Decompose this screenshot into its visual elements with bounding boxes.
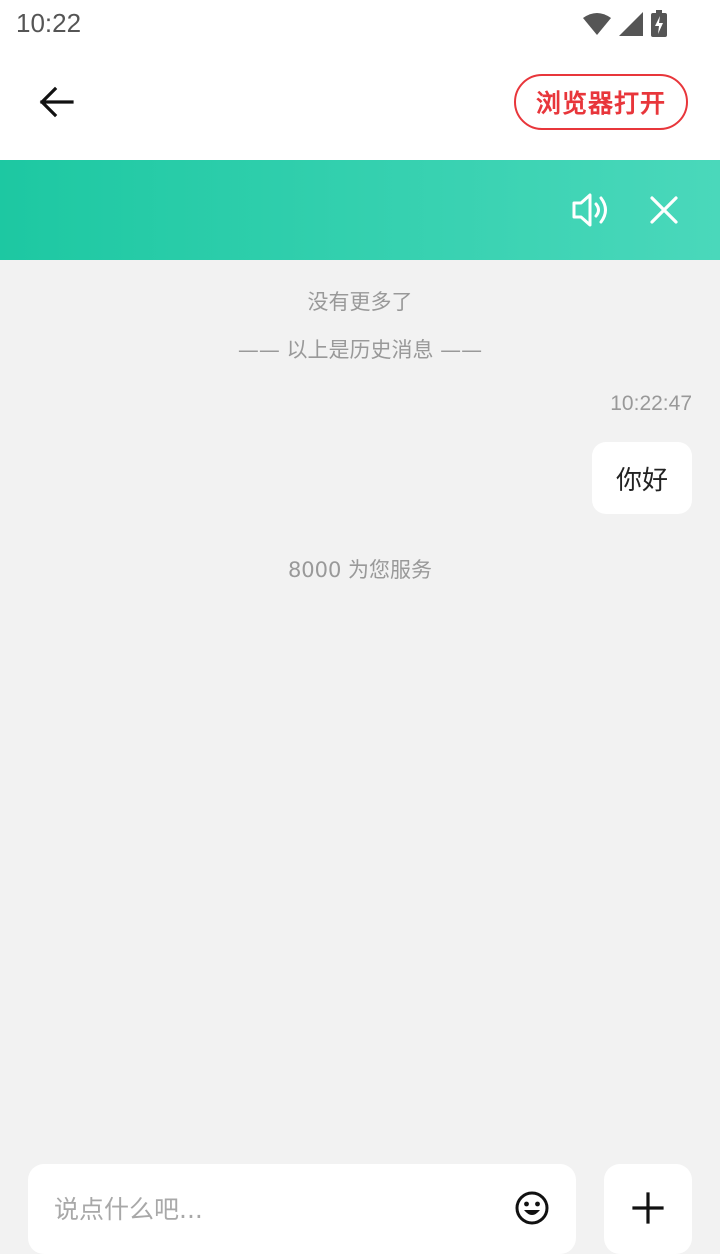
nav-bar: 浏览器打开: [0, 50, 720, 160]
status-bar: 10:22: [0, 0, 720, 50]
message-input-box: [28, 1164, 576, 1254]
wifi-icon: [582, 12, 612, 40]
status-icons: [582, 10, 668, 42]
audio-banner: [0, 160, 720, 260]
more-options-button[interactable]: [604, 1164, 692, 1254]
back-button[interactable]: [28, 76, 84, 132]
history-divider: —— 以上是历史消息 ——: [237, 338, 483, 362]
message-input[interactable]: [52, 1188, 496, 1230]
close-icon: [646, 196, 682, 232]
emoji-button[interactable]: [514, 1190, 550, 1226]
close-banner-button[interactable]: [646, 192, 682, 228]
open-in-browser-button[interactable]: 浏览器打开: [513, 74, 688, 130]
chat-bubble-outgoing[interactable]: 你好: [591, 442, 692, 514]
status-time: 10:22: [16, 8, 82, 38]
no-more-messages: 没有更多了: [307, 290, 413, 314]
speaker-icon: [570, 193, 614, 234]
speaker-button[interactable]: [570, 190, 614, 230]
message-text: 你好: [615, 465, 668, 496]
service-note: 8000 为您服务: [287, 558, 433, 582]
battery-charging-icon: [650, 10, 668, 42]
message-timestamp: 10:22:47: [610, 392, 692, 415]
signal-icon: [618, 11, 644, 41]
arrow-left-icon: [38, 86, 74, 122]
smiley-icon: [514, 1191, 550, 1230]
